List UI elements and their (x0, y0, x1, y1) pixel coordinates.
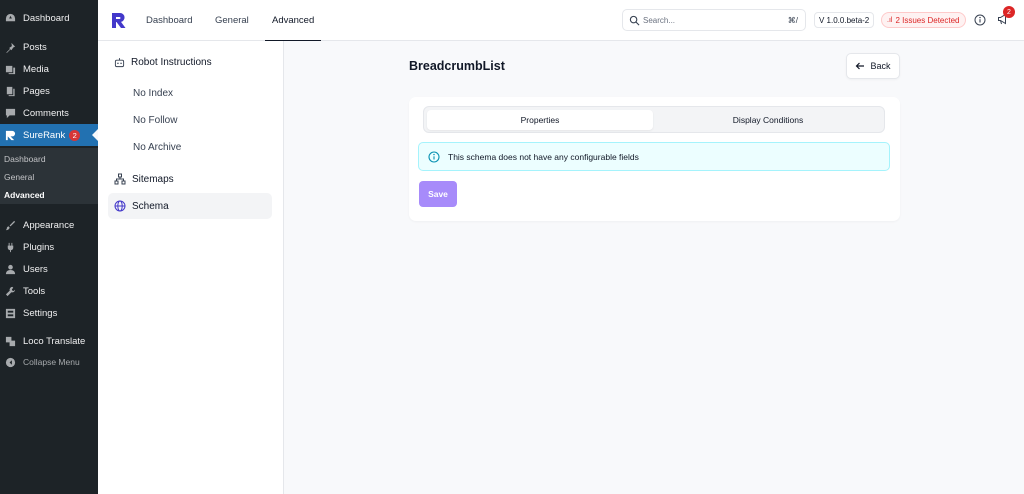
pages-icon (4, 85, 16, 97)
page-title: BreadcrumbList (409, 59, 505, 73)
logo-icon[interactable] (111, 12, 126, 29)
wp-menu-label: Users (23, 263, 48, 275)
issues-badge[interactable]: .ıl 2 Issues Detected (881, 12, 966, 28)
tab-properties[interactable]: Properties (427, 110, 653, 130)
tab-general[interactable]: General (215, 15, 249, 26)
surerank-icon (4, 129, 16, 141)
info-notice: This schema does not have any configurab… (418, 142, 890, 171)
wp-menu-tools[interactable]: Tools (0, 280, 98, 302)
wp-menu-label: SureRank (23, 129, 66, 141)
save-button[interactable]: Save (419, 181, 457, 207)
wp-menu-label: Collapse Menu (23, 357, 80, 367)
wp-menu-label: Comments (23, 107, 69, 119)
nav-sitemaps[interactable]: Sitemaps (108, 166, 272, 192)
wp-menu-label: Dashboard (23, 12, 70, 24)
wp-menu-appearance[interactable]: Appearance (0, 214, 98, 236)
dashboard-icon (4, 12, 16, 24)
settings-navigation: Robot Instructions No Index No Follow No… (98, 41, 284, 494)
wp-menu-label: Tools (23, 285, 46, 297)
wp-admin-sidebar: Dashboard Posts Media Pages Comments Sur… (0, 0, 98, 494)
settings-icon (4, 307, 16, 319)
search-input[interactable]: Search... ⌘/ (622, 9, 806, 31)
wp-menu-loco-translate[interactable]: Loco Translate (0, 330, 98, 352)
globe-icon (114, 200, 126, 212)
signal-icon: .ıl (887, 16, 893, 24)
back-button[interactable]: Back (846, 53, 900, 79)
media-icon (4, 63, 16, 75)
search-shortcut: ⌘/ (787, 16, 798, 25)
brush-icon (4, 219, 16, 231)
nav-no-archive[interactable]: No Archive (133, 142, 181, 153)
wp-menu-media[interactable]: Media (0, 58, 98, 80)
robot-icon (114, 58, 125, 68)
wp-menu-label: Media (23, 63, 49, 75)
tab-advanced[interactable]: Advanced (272, 15, 314, 26)
wp-menu-surerank[interactable]: SureRank 2 (0, 124, 98, 146)
wp-menu-comments[interactable]: Comments (0, 102, 98, 124)
wp-menu-pages[interactable]: Pages (0, 80, 98, 102)
update-badge: 2 (69, 129, 81, 141)
search-icon (629, 15, 640, 26)
sitemap-icon (114, 173, 126, 185)
nav-no-follow[interactable]: No Follow (133, 115, 177, 126)
info-circle-icon (428, 150, 440, 163)
wp-menu-label: Appearance (23, 219, 75, 231)
wp-menu-label: Plugins (23, 241, 55, 253)
nav-item-label: Schema (132, 200, 169, 212)
wp-menu-dashboard[interactable]: Dashboard (0, 7, 98, 29)
wp-menu-plugins[interactable]: Plugins (0, 236, 98, 258)
wp-menu-users[interactable]: Users (0, 258, 98, 280)
pin-icon (4, 41, 16, 53)
schema-tabs: Properties Display Conditions (423, 106, 885, 133)
issues-label: 2 Issues Detected (895, 15, 960, 25)
notice-text: This schema does not have any configurab… (448, 151, 639, 162)
nav-robot-instructions[interactable]: Robot Instructions (114, 57, 212, 68)
nav-no-index[interactable]: No Index (133, 88, 173, 99)
submenu-dashboard[interactable]: Dashboard (4, 154, 46, 164)
translate-icon (4, 335, 16, 347)
info-icon[interactable] (974, 14, 986, 26)
search-placeholder: Search... (643, 16, 676, 25)
arrow-left-icon (856, 62, 865, 70)
wp-menu-label: Loco Translate (23, 335, 86, 347)
wp-menu-label: Settings (23, 307, 58, 319)
schema-card: Properties Display Conditions This schem… (409, 97, 900, 221)
wp-menu-label: Posts (23, 41, 47, 53)
nav-schema[interactable]: Schema (108, 193, 272, 219)
notification-badge: 2 (1003, 6, 1015, 18)
nav-item-label: Sitemaps (132, 173, 174, 185)
top-header: Dashboard General Advanced Search... ⌘/ … (98, 0, 1024, 41)
nav-group-label: Robot Instructions (131, 57, 212, 68)
plug-icon (4, 241, 16, 253)
tab-dashboard[interactable]: Dashboard (146, 15, 192, 26)
wp-menu-label: Pages (23, 85, 50, 97)
submenu-general[interactable]: General (4, 172, 34, 182)
comment-icon (4, 107, 16, 119)
user-icon (4, 263, 16, 275)
submenu-advanced[interactable]: Advanced (4, 190, 45, 200)
wp-menu-settings[interactable]: Settings (0, 302, 98, 324)
wp-menu-collapse[interactable]: Collapse Menu (0, 351, 98, 373)
wrench-icon (4, 285, 16, 297)
version-badge: V 1.0.0.beta-2 (814, 12, 875, 28)
surerank-submenu: Dashboard General Advanced (0, 148, 98, 204)
back-label: Back (870, 61, 891, 71)
collapse-icon (4, 356, 16, 368)
tab-display-conditions[interactable]: Display Conditions (655, 110, 881, 130)
wp-menu-posts[interactable]: Posts (0, 36, 98, 58)
